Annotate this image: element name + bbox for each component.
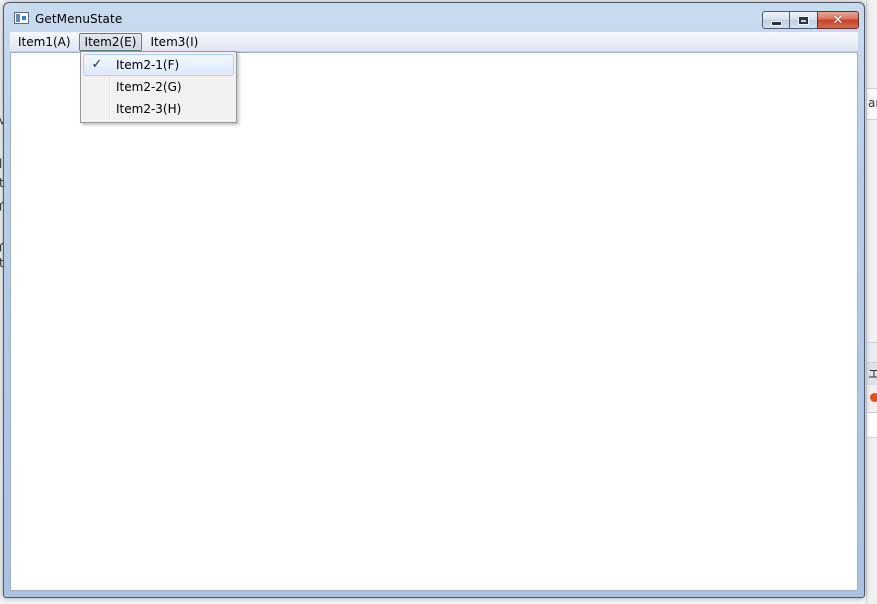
minimize-icon [770,20,782,26]
menu-item-label: Item2-2(G) [116,80,182,94]
close-icon: ✕ [832,12,844,28]
maximize-button[interactable] [789,11,818,29]
minimize-button[interactable] [762,11,790,29]
background-text-fragment: エ [868,367,877,381]
background-window-right: ar エ [866,0,877,604]
caption-buttons: ✕ [762,11,859,29]
item2-dropdown-menu: ✓ Item2-1(F) Item2-2(G) Item2-3(H) [80,51,237,123]
menu-item-label: Item2-3(H) [116,102,182,116]
client-area[interactable] [10,52,858,591]
maximize-icon [798,15,809,25]
window-title: GetMenuState [35,12,123,26]
menu-item2-2[interactable]: Item2-2(G) [83,76,234,98]
title-bar[interactable]: GetMenuState ✕ [4,3,864,32]
menu-item2-1[interactable]: ✓ Item2-1(F) [83,54,234,76]
menu-item2-3[interactable]: Item2-3(H) [83,98,234,120]
menu-item1[interactable]: Item1(A) [12,33,77,51]
background-text-fragment: ar [868,96,877,110]
menu-item3[interactable]: Item3(I) [144,33,204,51]
check-icon: ✓ [91,57,103,72]
background-text-fragment: l [0,157,3,171]
close-button[interactable]: ✕ [817,11,859,29]
app-window-icon[interactable] [14,12,29,24]
menu-item-label: Item2-1(F) [116,58,180,72]
menu-item2[interactable]: Item2(E) [78,32,143,51]
menu-bar: Item1(A) Item2(E) Item3(I) [10,32,858,52]
